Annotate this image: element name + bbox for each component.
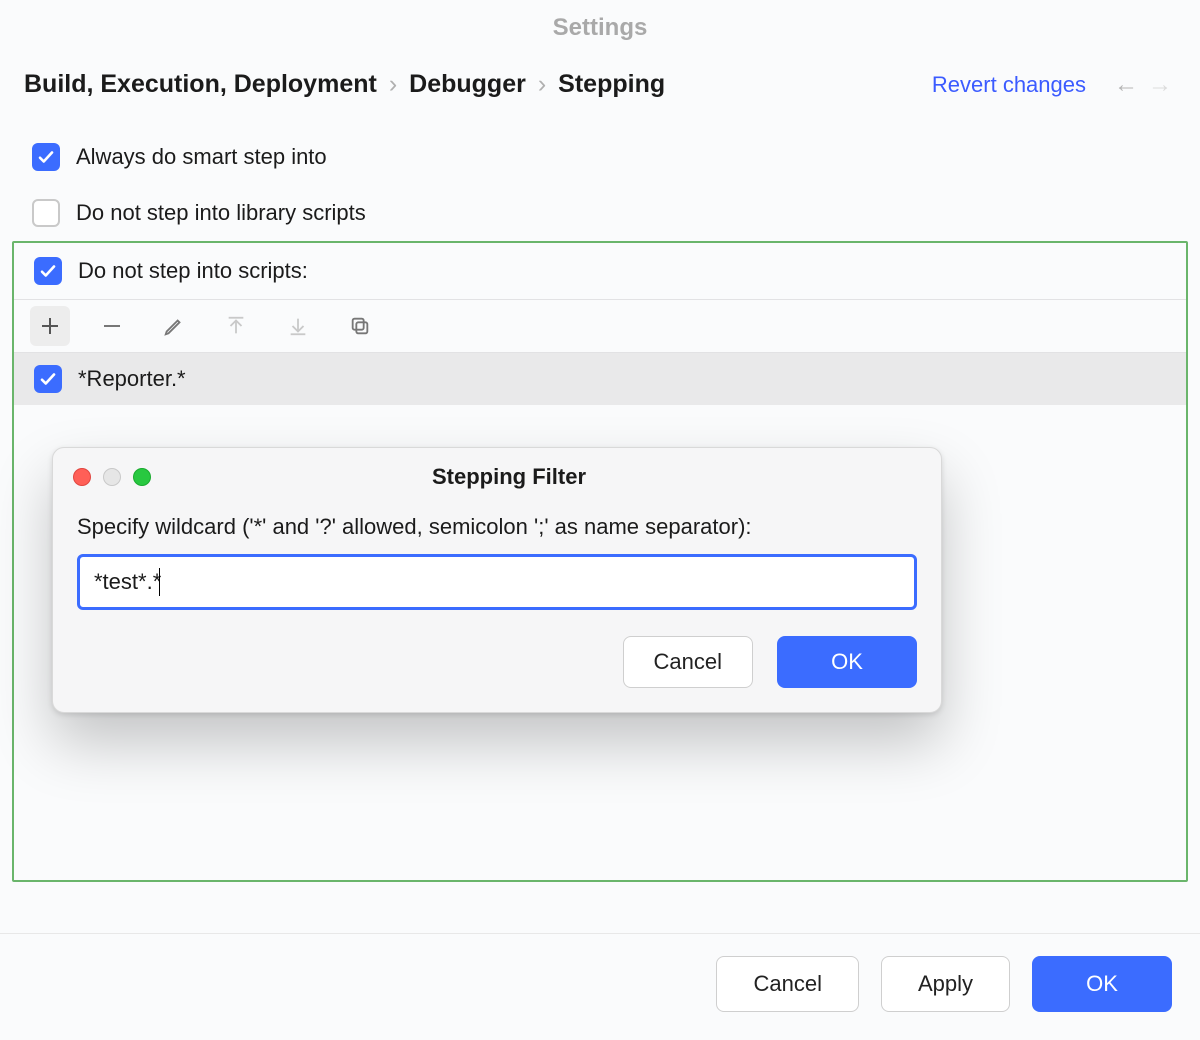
remove-icon[interactable] xyxy=(92,306,132,346)
stepping-filter-dialog: Stepping Filter Specify wildcard ('*' an… xyxy=(52,447,942,713)
dialog-cancel-button[interactable]: Cancel xyxy=(623,636,753,688)
dialog-ok-button[interactable]: OK xyxy=(777,636,917,688)
breadcrumb-item[interactable]: Build, Execution, Deployment xyxy=(24,70,377,99)
chevron-right-icon: › xyxy=(389,70,397,99)
cancel-button[interactable]: Cancel xyxy=(716,956,858,1012)
breadcrumb: Build, Execution, Deployment › Debugger … xyxy=(24,70,932,99)
list-item-label: *Reporter.* xyxy=(78,366,186,392)
window-controls xyxy=(73,468,151,486)
dialog-prompt: Specify wildcard ('*' and '?' allowed, s… xyxy=(77,514,917,540)
wildcard-value: *test*.* xyxy=(94,569,161,595)
revert-changes-link[interactable]: Revert changes xyxy=(932,72,1086,98)
settings-footer: Cancel Apply OK xyxy=(0,933,1200,1040)
edit-icon[interactable] xyxy=(154,306,194,346)
wildcard-input[interactable]: *test*.* xyxy=(77,554,917,610)
scripts-toolbar xyxy=(14,299,1186,352)
minimize-icon xyxy=(103,468,121,486)
dialog-title: Stepping Filter xyxy=(151,464,921,490)
scripts-list: *Reporter.* Stepping Filter Specify wild… xyxy=(14,352,1186,874)
breadcrumb-item: Stepping xyxy=(558,70,665,99)
library-scripts-checkbox[interactable] xyxy=(32,199,60,227)
window-title: Settings xyxy=(0,0,1200,54)
scripts-label: Do not step into scripts: xyxy=(78,258,308,284)
stepping-scripts-section: Do not step into scripts: *Reporter.* xyxy=(12,241,1188,882)
apply-button[interactable]: Apply xyxy=(881,956,1010,1012)
smart-step-label: Always do smart step into xyxy=(76,144,327,170)
forward-arrow-icon: → xyxy=(1148,71,1172,99)
add-icon[interactable] xyxy=(30,306,70,346)
list-item-checkbox[interactable] xyxy=(34,365,62,393)
scripts-checkbox[interactable] xyxy=(34,257,62,285)
list-item[interactable]: *Reporter.* xyxy=(14,353,1186,405)
copy-icon[interactable] xyxy=(340,306,380,346)
library-scripts-label: Do not step into library scripts xyxy=(76,200,366,226)
move-down-icon xyxy=(278,306,318,346)
move-up-icon xyxy=(216,306,256,346)
chevron-right-icon: › xyxy=(538,70,546,99)
back-arrow-icon[interactable]: ← xyxy=(1114,71,1138,99)
close-icon[interactable] xyxy=(73,468,91,486)
breadcrumb-item[interactable]: Debugger xyxy=(409,70,526,99)
ok-button[interactable]: OK xyxy=(1032,956,1172,1012)
smart-step-checkbox[interactable] xyxy=(32,143,60,171)
fullscreen-icon[interactable] xyxy=(133,468,151,486)
